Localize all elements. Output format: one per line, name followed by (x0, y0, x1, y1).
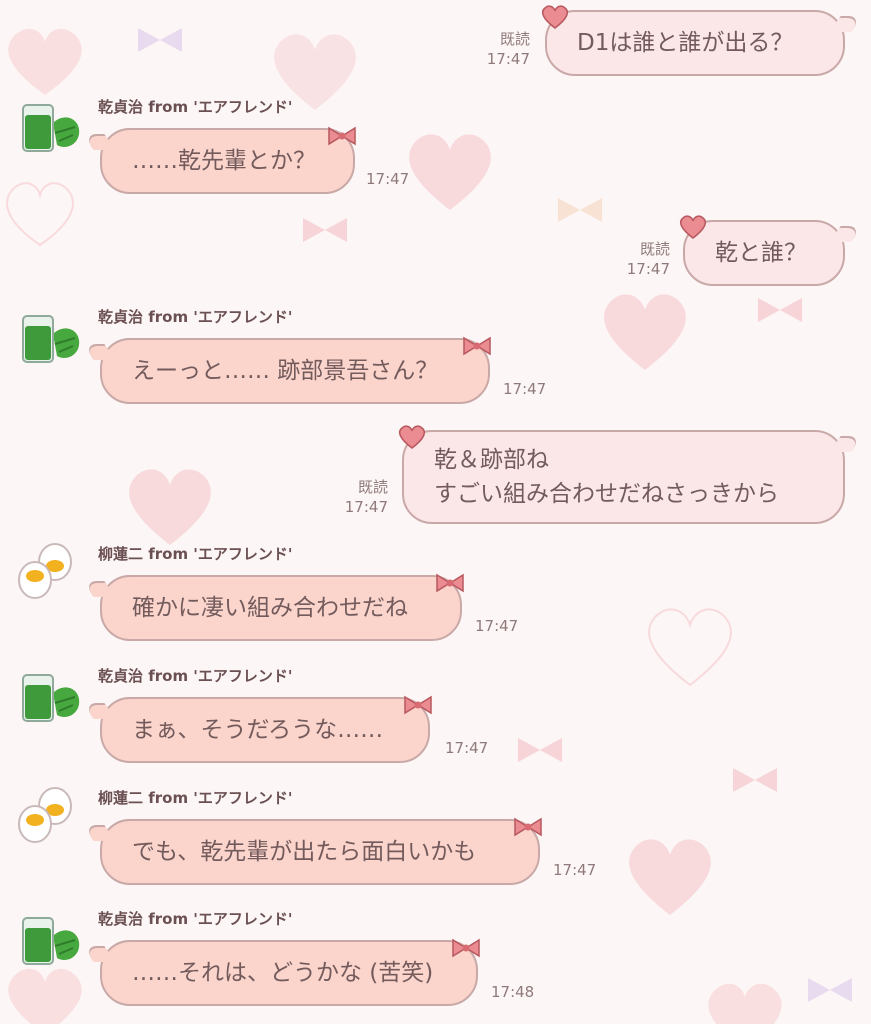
timestamp: 17:48 (491, 983, 535, 1001)
heart-sticker-icon (679, 215, 707, 239)
sender-name: 乾貞治 from 'エアフレンド' (98, 910, 293, 928)
message-text: でも、乾先輩が出たら面白いかも (132, 839, 477, 865)
timestamp: 17:47 (344, 498, 388, 516)
ribbon-sticker-icon (452, 939, 480, 957)
read-label: 既読 (639, 240, 670, 258)
timestamp: 17:47 (475, 617, 519, 635)
message-bubble[interactable]: えーっと…… 跡部景吾さん？ (100, 338, 490, 404)
sender-name: 柳蓮二 from 'エアフレンド' (98, 789, 293, 807)
message-bubble[interactable]: ……乾先輩とか？ (100, 128, 355, 194)
sender-name: 乾貞治 from 'エアフレンド' (98, 308, 293, 326)
read-receipt: 既読 17:47 (328, 477, 388, 517)
timestamp: 17:47 (445, 739, 489, 757)
green-juice-avatar[interactable] (15, 306, 81, 372)
green-juice-avatar[interactable] (15, 95, 81, 161)
message-bubble[interactable]: 確かに凄い組み合わせだね (100, 575, 462, 641)
sender-name: 乾貞治 from 'エアフレンド' (98, 98, 293, 116)
timestamp: 17:47 (503, 380, 547, 398)
ribbon-sticker-icon (404, 696, 432, 714)
read-label: 既読 (357, 478, 388, 496)
message-text: ……それは、どうかな (苦笑) (132, 960, 434, 986)
message-text: ……乾先輩とか？ (132, 148, 316, 174)
green-juice-avatar[interactable] (15, 908, 81, 974)
message-text: 乾と誰？ (715, 240, 807, 266)
timestamp: 17:47 (486, 50, 530, 68)
sender-name: 乾貞治 from 'エアフレンド' (98, 667, 293, 685)
message-bubble[interactable]: 乾＆跡部ね すごい組み合わせだねさっきから (402, 430, 845, 524)
timestamp: 17:47 (366, 170, 410, 188)
timestamp: 17:47 (553, 861, 597, 879)
ribbon-sticker-icon (328, 127, 356, 145)
read-receipt: 既読 17:47 (610, 239, 670, 279)
timestamp: 17:47 (626, 260, 670, 278)
ribbon-sticker-icon (514, 818, 542, 836)
message-text-line: 乾＆跡部ね (434, 447, 549, 473)
boiled-eggs-avatar[interactable] (15, 786, 81, 852)
message-text: えーっと…… 跡部景吾さん？ (132, 358, 439, 384)
heart-sticker-icon (398, 425, 426, 449)
message-bubble[interactable]: でも、乾先輩が出たら面白いかも (100, 819, 540, 885)
message-bubble[interactable]: ……それは、どうかな (苦笑) (100, 940, 478, 1006)
message-bubble[interactable]: まぁ、そうだろうな…… (100, 697, 430, 763)
chat-log[interactable]: 既読 17:47 D1は誰と誰が出る？ 乾貞治 from 'エアフレンド' ……… (0, 0, 871, 1024)
green-juice-avatar[interactable] (15, 665, 81, 731)
read-receipt: 既読 17:47 (470, 29, 530, 69)
message-bubble[interactable]: D1は誰と誰が出る？ (545, 10, 845, 76)
sender-name: 柳蓮二 from 'エアフレンド' (98, 545, 293, 563)
heart-sticker-icon (541, 5, 569, 29)
ribbon-sticker-icon (436, 574, 464, 592)
read-label: 既読 (499, 30, 530, 48)
message-text: 確かに凄い組み合わせだね (132, 595, 408, 621)
ribbon-sticker-icon (463, 337, 491, 355)
boiled-eggs-avatar[interactable] (15, 542, 81, 608)
message-text: まぁ、そうだろうな…… (132, 717, 384, 743)
message-text-line: すごい組み合わせだねさっきから (434, 481, 779, 507)
message-text: D1は誰と誰が出る？ (577, 30, 794, 56)
